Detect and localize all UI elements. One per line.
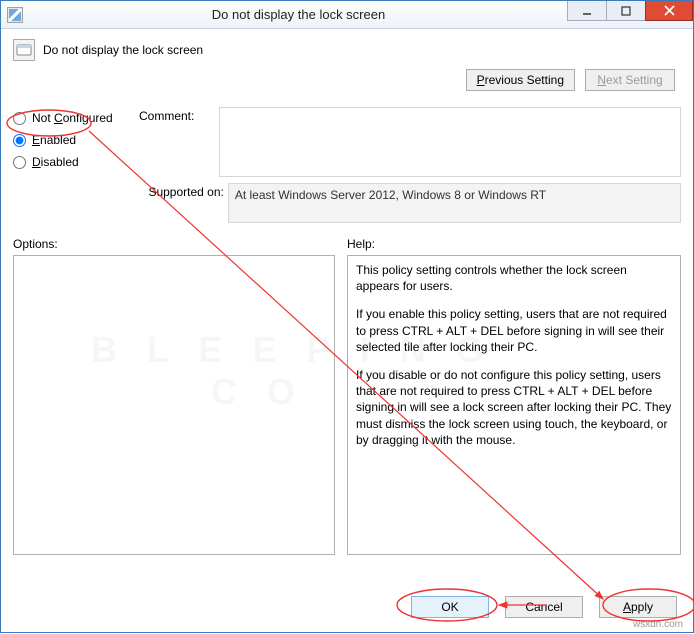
not-configured-label[interactable]: Not Configured <box>32 111 113 125</box>
minimize-button[interactable] <box>567 1 607 21</box>
button-label: Apply <box>623 600 653 614</box>
button-label: Previous Setting <box>477 73 564 87</box>
ok-button[interactable]: OK <box>411 596 489 618</box>
app-icon <box>7 7 23 23</box>
not-configured-radio[interactable] <box>13 112 26 125</box>
supported-on-label: Supported on: <box>139 183 224 199</box>
dialog-buttons: OK Cancel Apply <box>411 596 677 618</box>
dialog-content: Do not display the lock screen Previous … <box>1 29 693 632</box>
disabled-label[interactable]: Disabled <box>32 155 79 169</box>
title-bar: Do not display the lock screen <box>1 1 693 29</box>
window-title: Do not display the lock screen <box>29 7 568 22</box>
watermark-big: B L E E P I N G C O <box>91 329 494 413</box>
comment-textarea[interactable] <box>219 107 681 177</box>
watermark-small: wsxdn.com <box>633 619 683 630</box>
cancel-button[interactable]: Cancel <box>505 596 583 618</box>
previous-setting-button[interactable]: Previous Setting <box>466 69 575 91</box>
supported-on-text <box>228 183 681 223</box>
apply-button[interactable]: Apply <box>599 596 677 618</box>
options-label: Options: <box>13 237 335 251</box>
enabled-radio[interactable] <box>13 134 26 147</box>
help-paragraph: This policy setting controls whether the… <box>356 262 672 294</box>
comment-label: Comment: <box>139 107 215 123</box>
button-label: Next Setting <box>597 73 662 87</box>
policy-icon <box>13 39 35 61</box>
help-label: Help: <box>347 237 681 251</box>
disabled-radio[interactable] <box>13 156 26 169</box>
enabled-label[interactable]: Enabled <box>32 133 76 147</box>
close-button[interactable] <box>645 1 693 21</box>
policy-title: Do not display the lock screen <box>43 43 203 57</box>
maximize-button[interactable] <box>606 1 646 21</box>
window-controls <box>568 1 693 28</box>
next-setting-button: Next Setting <box>585 69 675 91</box>
state-radio-group: Not Configured Enabled Disabled <box>13 107 131 229</box>
